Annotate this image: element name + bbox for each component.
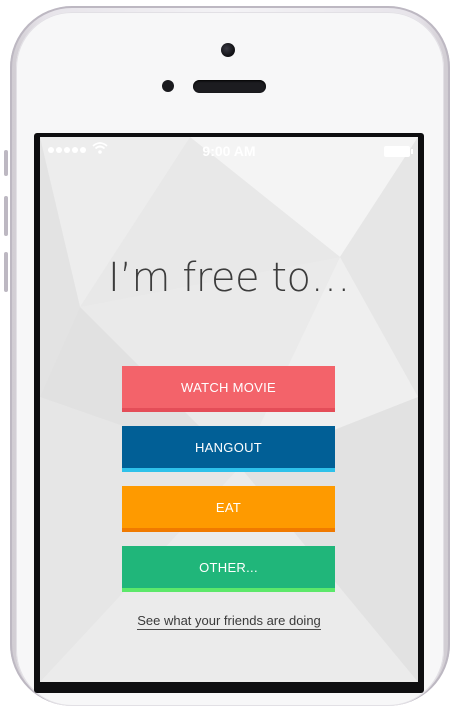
mute-switch <box>4 150 8 176</box>
earpiece-speaker <box>193 80 266 93</box>
other-button[interactable]: OTHER... <box>122 546 335 592</box>
battery-icon <box>384 146 413 157</box>
friends-activity-link[interactable]: See what your friends are doing <box>40 613 418 630</box>
eat-button[interactable]: EAT <box>122 486 335 532</box>
volume-down-button <box>4 252 8 292</box>
front-camera <box>221 43 235 57</box>
watch-movie-button[interactable]: WATCH MOVIE <box>122 366 335 412</box>
app-screen: 9:00 AM I’m free to… WATCH MOVIE HANGOUT… <box>40 137 418 682</box>
status-bar: 9:00 AM <box>40 137 418 163</box>
page-title: I’m free to… <box>108 255 350 301</box>
volume-up-button <box>4 196 8 236</box>
friends-activity-link-text[interactable]: See what your friends are doing <box>137 613 321 630</box>
proximity-sensor <box>162 80 174 92</box>
hangout-button[interactable]: HANGOUT <box>122 426 335 472</box>
status-time: 9:00 AM <box>202 143 256 159</box>
